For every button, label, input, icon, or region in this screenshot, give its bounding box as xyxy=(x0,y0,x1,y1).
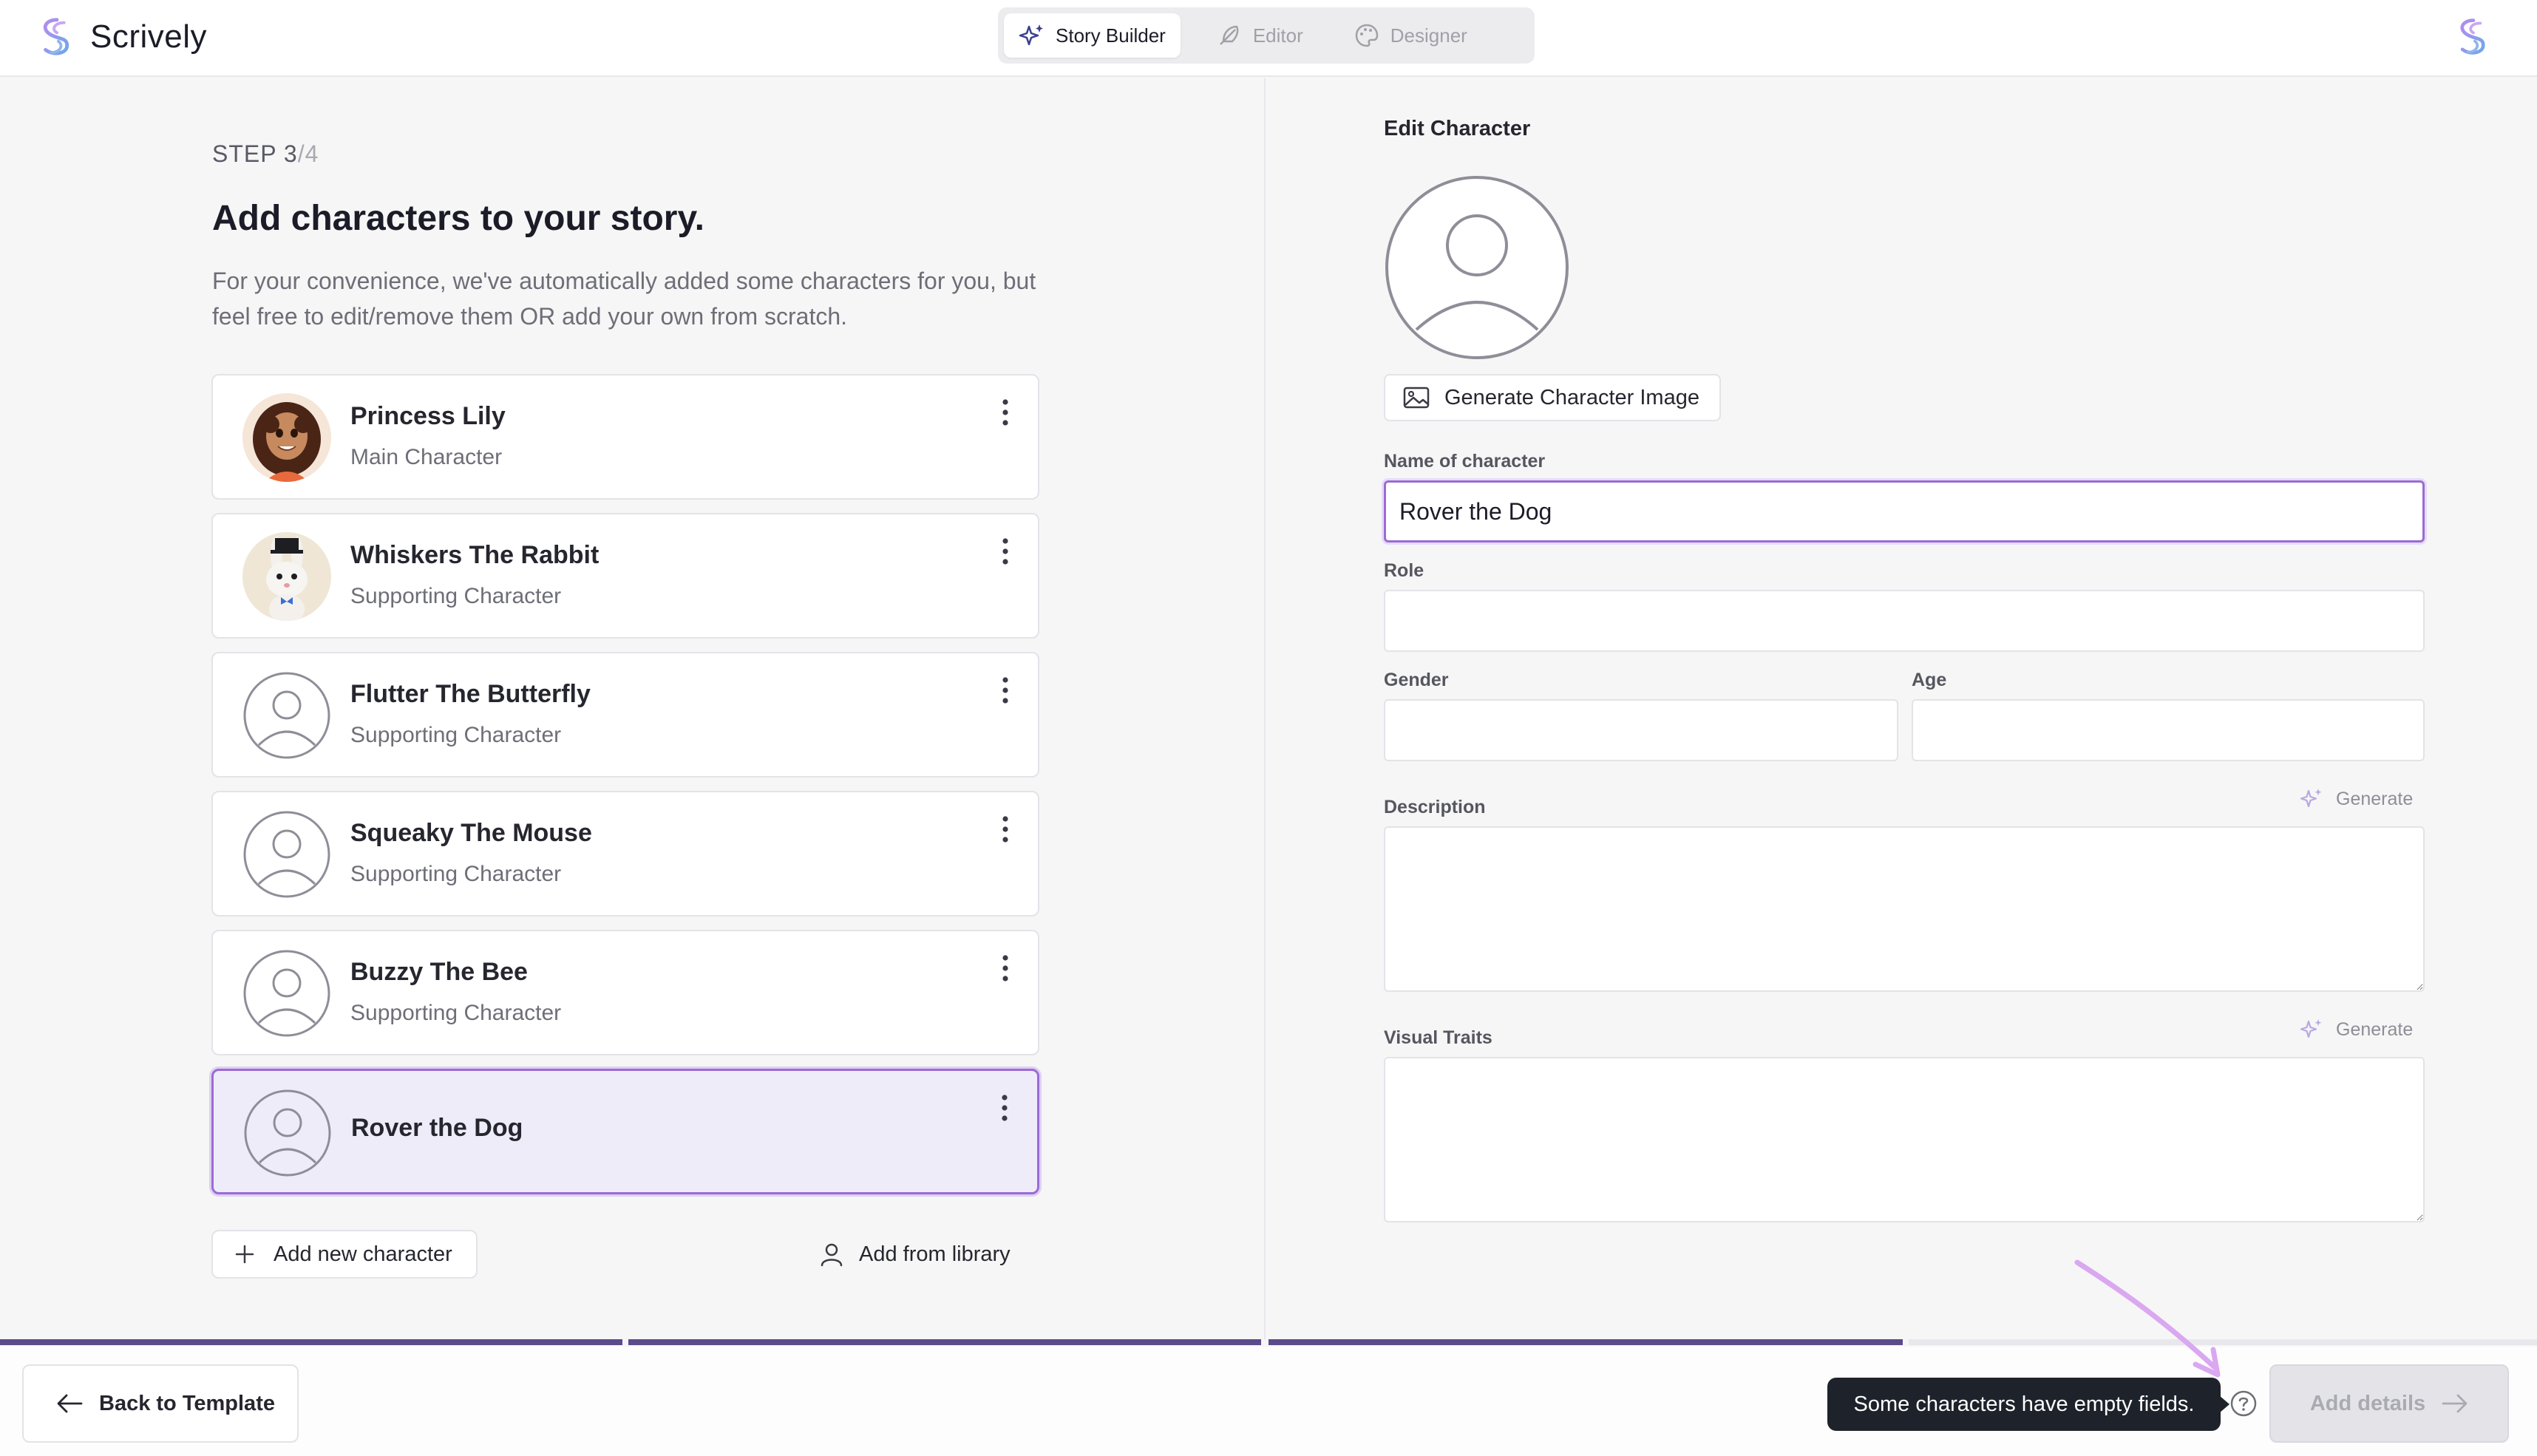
add-details-button[interactable]: Add details xyxy=(2269,1364,2509,1443)
visual-traits-textarea[interactable] xyxy=(1384,1057,2425,1222)
generate-description-button[interactable]: Generate xyxy=(2299,786,2413,812)
role-field-label: Role xyxy=(1384,560,1424,581)
more-options-icon[interactable] xyxy=(997,1092,1012,1124)
character-card[interactable]: Whiskers The Rabbit Supporting Character xyxy=(211,513,1039,639)
tab-editor-label: Editor xyxy=(1252,24,1303,47)
character-name: Rover the Dog xyxy=(351,1114,523,1142)
step-prefix: STEP xyxy=(212,140,284,167)
generate-visual-traits-button[interactable]: Generate xyxy=(2299,1017,2413,1042)
app-logo[interactable]: Scrively xyxy=(35,13,207,61)
palette-icon xyxy=(1355,24,1379,47)
add-details-label: Add details xyxy=(2309,1391,2426,1415)
generate-description-label: Generate xyxy=(2336,788,2414,809)
app-name: Scrively xyxy=(90,18,208,55)
character-card[interactable]: Buzzy The Bee Supporting Character xyxy=(211,930,1039,1055)
add-from-library-button[interactable]: Add from library xyxy=(819,1230,1011,1279)
name-field-label: Name of character xyxy=(1384,451,1546,472)
mode-switcher: Story Builder Editor Designer xyxy=(998,7,1535,64)
user-placeholder-icon xyxy=(243,950,330,1037)
arrow-right-icon xyxy=(2442,1394,2468,1413)
plus-icon xyxy=(235,1245,254,1264)
rabbit-portrait-icon xyxy=(242,532,331,621)
back-to-template-button[interactable]: Back to Template xyxy=(22,1364,299,1443)
annotation-arrow-icon xyxy=(2074,1259,2221,1378)
scrively-logo-icon[interactable] xyxy=(2453,16,2494,58)
role-input[interactable] xyxy=(1384,590,2425,652)
tab-editor[interactable]: Editor xyxy=(1201,13,1318,58)
character-role: Supporting Character xyxy=(350,723,562,747)
progress-segment-2 xyxy=(628,1339,1261,1345)
user-placeholder-icon xyxy=(243,811,330,898)
add-new-character-label: Add new character xyxy=(274,1242,452,1266)
generate-visual-traits-label: Generate xyxy=(2336,1018,2414,1040)
panel-divider xyxy=(1264,78,1266,1339)
sparkles-icon xyxy=(2300,789,2322,808)
visual-traits-field-label: Visual Traits xyxy=(1384,1027,1492,1048)
add-new-character-button[interactable]: Add new character xyxy=(211,1230,478,1279)
age-input[interactable] xyxy=(1912,699,2425,761)
user-icon xyxy=(821,1243,843,1267)
top-bar: Scrively Story Builder Editor Designer xyxy=(0,0,2537,77)
more-options-icon[interactable] xyxy=(998,813,1013,846)
sparkles-icon xyxy=(2300,1019,2322,1038)
help-circle-icon[interactable] xyxy=(2229,1389,2258,1418)
character-card-selected[interactable]: Rover the Dog xyxy=(211,1069,1039,1194)
feather-icon xyxy=(1219,25,1239,45)
character-name: Buzzy The Bee xyxy=(350,958,528,986)
arrow-left-icon xyxy=(57,1394,83,1413)
character-name: Whiskers The Rabbit xyxy=(350,541,600,569)
character-name: Princess Lily xyxy=(350,402,506,430)
edit-character-title: Edit Character xyxy=(1384,117,1531,140)
more-options-icon[interactable] xyxy=(998,396,1013,429)
character-list: Princess Lily Main Character Whiskers Th… xyxy=(211,374,1039,1208)
sparkles-icon xyxy=(1019,24,1043,46)
generate-character-image-button[interactable]: Generate Character Image xyxy=(1384,374,1721,421)
more-options-icon[interactable] xyxy=(998,674,1013,707)
user-placeholder-icon xyxy=(243,672,330,759)
step-current: 3 xyxy=(283,140,298,167)
gender-field-label: Gender xyxy=(1384,670,1449,690)
gender-input[interactable] xyxy=(1384,699,1898,761)
character-card[interactable]: Princess Lily Main Character xyxy=(211,374,1039,500)
more-options-icon[interactable] xyxy=(998,952,1013,984)
tab-designer[interactable]: Designer xyxy=(1339,13,1482,58)
empty-fields-tooltip: Some characters have empty fields. xyxy=(1827,1378,2229,1431)
step-indicator: STEP 3/4 xyxy=(212,140,319,168)
character-image-placeholder-icon xyxy=(1385,176,1569,359)
character-role: Supporting Character xyxy=(350,862,562,886)
tab-designer-label: Designer xyxy=(1390,24,1467,47)
page-description: For your convenience, we've automaticall… xyxy=(212,268,1036,330)
back-to-template-label: Back to Template xyxy=(99,1391,275,1415)
page-title: Add characters to your story. xyxy=(212,199,704,238)
age-field-label: Age xyxy=(1912,670,1947,690)
user-placeholder-icon xyxy=(244,1089,331,1177)
step-separator: / xyxy=(297,140,305,167)
progress-segment-3 xyxy=(1268,1339,1903,1345)
tab-story-builder-label: Story Builder xyxy=(1056,24,1166,47)
character-role: Main Character xyxy=(350,445,503,469)
image-icon xyxy=(1403,387,1430,409)
tab-story-builder[interactable]: Story Builder xyxy=(1004,13,1181,58)
add-from-library-label: Add from library xyxy=(859,1242,1011,1266)
character-card[interactable]: Flutter The Butterfly Supporting Charact… xyxy=(211,652,1039,778)
step-total: 4 xyxy=(305,140,319,167)
generate-character-image-label: Generate Character Image xyxy=(1444,385,1699,409)
character-role: Supporting Character xyxy=(350,584,562,608)
character-name: Flutter The Butterfly xyxy=(350,680,591,708)
character-card[interactable]: Squeaky The Mouse Supporting Character xyxy=(211,791,1039,916)
description-textarea[interactable] xyxy=(1384,826,2425,992)
character-role: Supporting Character xyxy=(350,1001,562,1025)
progress-segment-1 xyxy=(0,1339,622,1345)
character-name: Squeaky The Mouse xyxy=(350,819,592,847)
description-field-label: Description xyxy=(1384,797,1486,817)
more-options-icon[interactable] xyxy=(998,535,1013,568)
scrively-logo-icon xyxy=(43,18,69,55)
princess-portrait-icon xyxy=(242,393,331,482)
name-of-character-input[interactable] xyxy=(1384,480,2425,542)
